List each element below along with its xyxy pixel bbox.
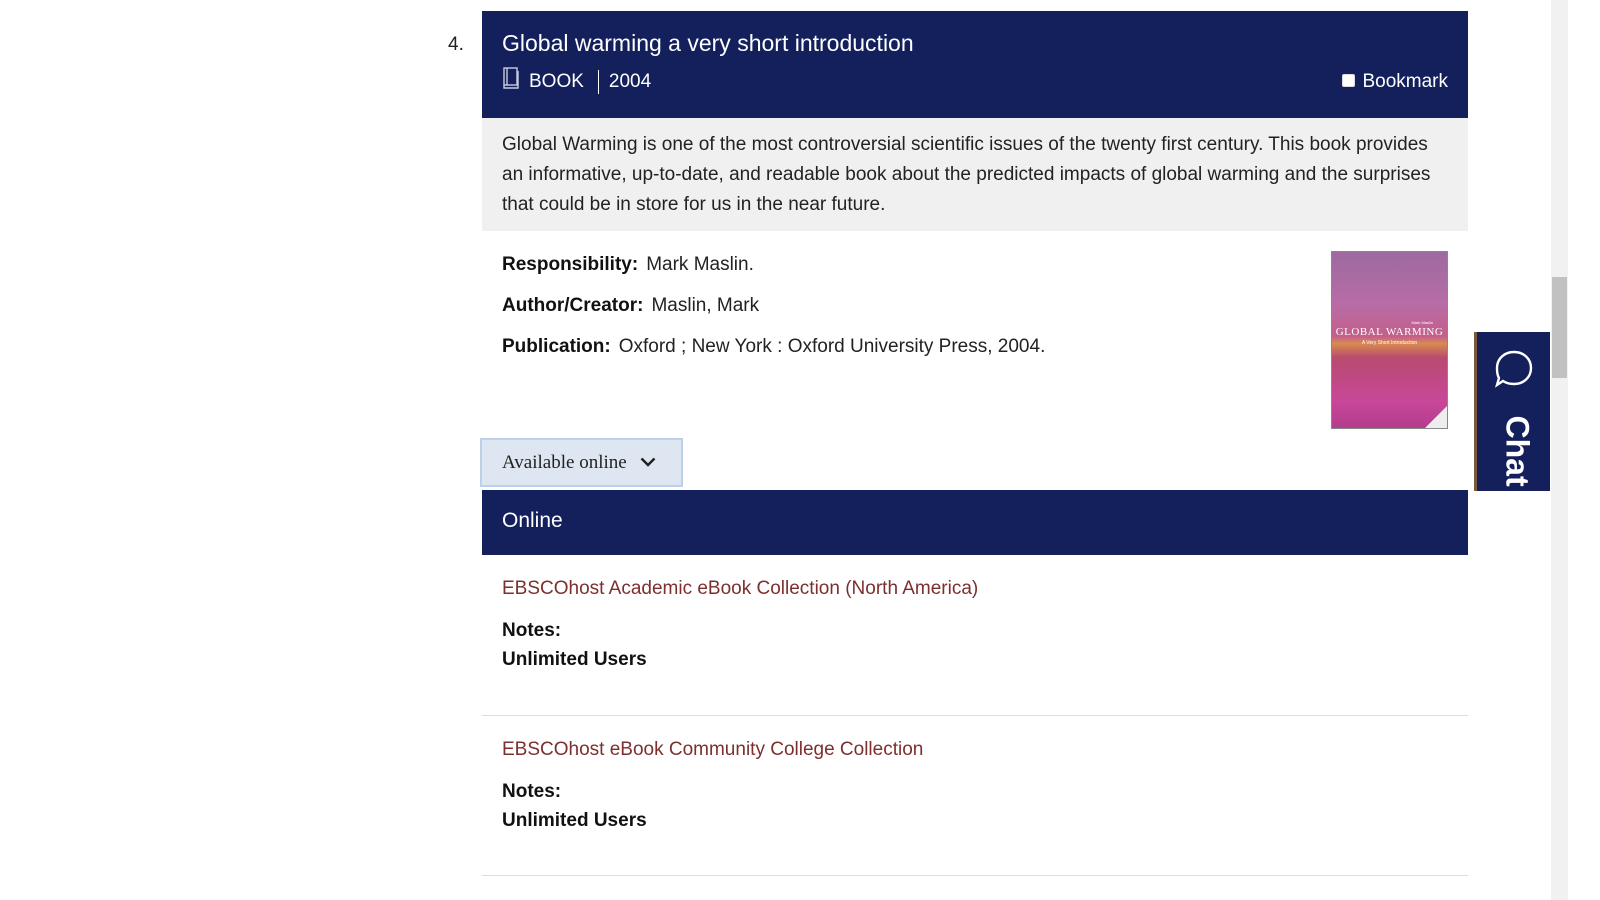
- result-meta: BOOK 2004: [502, 67, 652, 95]
- field-label: Publication:: [502, 336, 611, 357]
- result-title[interactable]: Global warming a very short introduction: [502, 30, 914, 57]
- notes-label: Notes:: [502, 781, 562, 802]
- chat-bubble-icon: [1494, 349, 1534, 394]
- result-card: Global warming a very short introduction…: [482, 11, 1468, 443]
- ebscohost-academic-link[interactable]: EBSCOhost Academic eBook Collection (Nor…: [502, 578, 978, 600]
- scrollbar-thumb[interactable]: [1552, 277, 1567, 378]
- scrollbar-track[interactable]: [1551, 0, 1568, 900]
- chevron-down-icon: [640, 451, 656, 473]
- chat-button[interactable]: Chat: [1474, 332, 1550, 491]
- result-description: Global Warming is one of the most contro…: [482, 118, 1468, 231]
- publication-year: 2004: [608, 71, 652, 92]
- field-value: Mark Maslin.: [646, 254, 754, 275]
- result-details: Responsibility: Mark Maslin. Author/Creat…: [482, 231, 1468, 443]
- field-value: Maslin, Mark: [651, 295, 760, 316]
- chat-label: Chat: [1499, 415, 1536, 487]
- notes-label: Notes:: [502, 620, 562, 641]
- field-label: Responsibility:: [502, 254, 639, 275]
- result-number: 4.: [448, 34, 464, 55]
- field-value: Oxford ; New York : Oxford University Pr…: [618, 336, 1046, 357]
- online-section-header: Online: [482, 490, 1468, 555]
- notes-value: Unlimited Users: [502, 649, 647, 670]
- divider: [482, 715, 1468, 716]
- cover-author: Mark Maslin: [1411, 320, 1433, 325]
- book-cover-thumbnail[interactable]: Mark Maslin GLOBAL WARMING A Very Short …: [1331, 251, 1448, 429]
- available-online-button[interactable]: Available online: [480, 438, 683, 487]
- field-responsibility: Responsibility: Mark Maslin.: [502, 254, 754, 276]
- notes-value: Unlimited Users: [502, 810, 647, 831]
- cover-page-curl: [1425, 406, 1447, 428]
- cover-title: GLOBAL WARMING: [1335, 326, 1444, 338]
- bookmark-label: Bookmark: [1362, 71, 1448, 92]
- meta-divider: [597, 70, 599, 94]
- available-online-label: Available online: [502, 451, 627, 473]
- ebscohost-community-college-link[interactable]: EBSCOhost eBook Community College Collec…: [502, 739, 923, 761]
- divider: [482, 875, 1468, 876]
- bookmark-toggle[interactable]: Bookmark: [1342, 71, 1448, 93]
- book-icon: [502, 67, 520, 95]
- field-publication: Publication: Oxford ; New York : Oxford U…: [502, 336, 1045, 358]
- field-author: Author/Creator: Maslin, Mark: [502, 295, 759, 317]
- result-header: Global warming a very short introduction…: [482, 11, 1468, 118]
- field-label: Author/Creator:: [502, 295, 644, 316]
- cover-subtitle: A Very Short Introduction: [1361, 340, 1418, 346]
- bookmark-checkbox[interactable]: [1342, 73, 1356, 87]
- resource-type: BOOK: [529, 71, 584, 92]
